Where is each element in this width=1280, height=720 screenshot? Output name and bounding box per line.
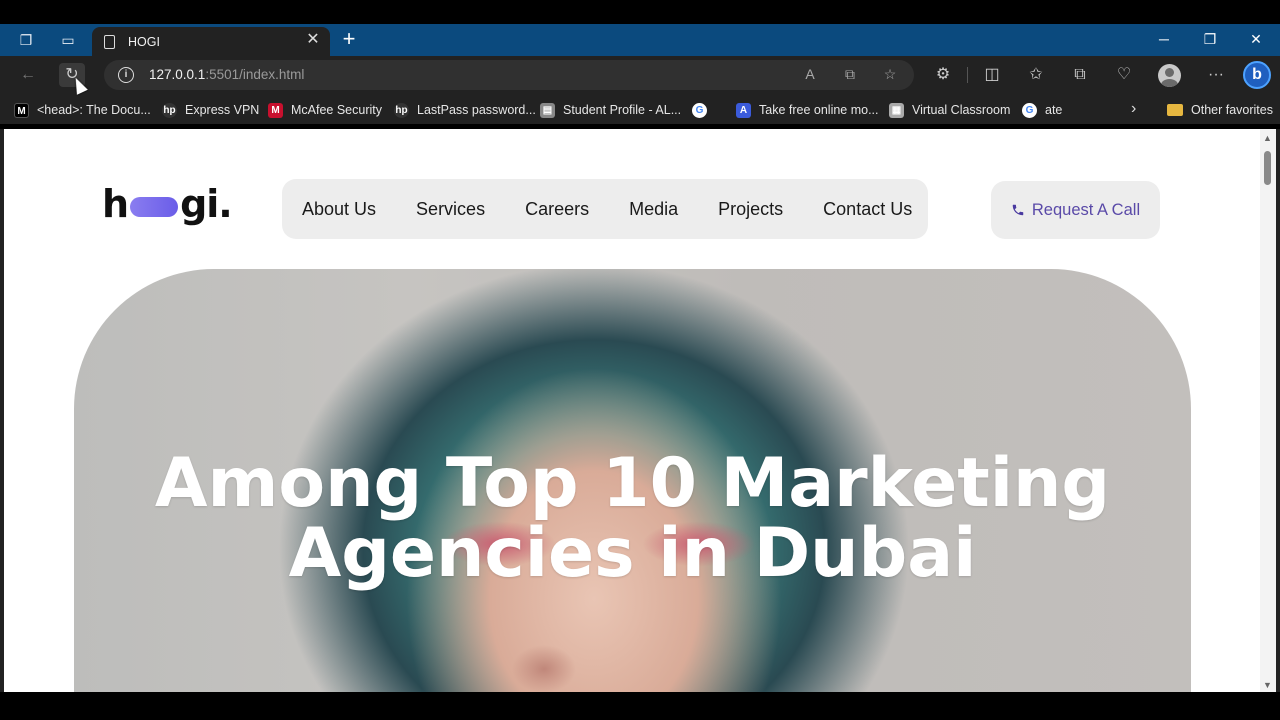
site-info-icon[interactable]: i (118, 67, 134, 83)
nav-media[interactable]: Media (629, 199, 678, 220)
logo-pill-shape (130, 197, 179, 217)
bookmark-label: Take free online mo... (759, 103, 879, 117)
bookmark-item[interactable]: ▤ Student Profile - AL... (540, 101, 681, 119)
minimize-button[interactable]: ─ (1152, 29, 1176, 49)
favorites-icon[interactable]: ✩ (1023, 63, 1049, 87)
browser-essentials-icon[interactable]: ♡ (1111, 63, 1137, 87)
hp-icon: hp (394, 102, 409, 118)
read-aloud-icon[interactable]: A (800, 66, 820, 82)
bookmark-item[interactable]: A Take free online mo... (736, 101, 879, 119)
request-call-button[interactable]: Request A Call (991, 181, 1160, 239)
bookmark-item[interactable]: Gate (1022, 101, 1062, 119)
bing-copilot-icon[interactable]: b (1243, 61, 1271, 89)
other-favorites[interactable]: Other favorites (1167, 101, 1273, 119)
bookmarks-bar: M <head>: The Docu... hp Express VPN M McAf… (0, 94, 1280, 124)
web-page: h gi. About Us Services Careers Media Pr… (4, 129, 1260, 692)
scrollbar-thumb[interactable] (1264, 151, 1271, 185)
bookmark-label: Student Profile - AL... (563, 103, 682, 117)
url-text: 127.0.0.1:5501/index.html (149, 67, 305, 82)
request-call-label: Request A Call (1031, 200, 1141, 219)
hero-heading: Among Top 10 Marketing Agencies in Dubai (74, 449, 1191, 589)
bookmark-item[interactable]: M McAfee Security (268, 101, 382, 119)
google-icon: G (1022, 102, 1037, 118)
tab-actions-icon[interactable]: ▭ (58, 30, 78, 50)
profile-avatar[interactable] (1158, 64, 1181, 87)
logo-text-right: gi. (180, 182, 233, 226)
browser-title-bar: ❐ ▭ HOGI ✕ + ─ ❐ ✕ (0, 24, 1280, 56)
hero-heading-line1: Among Top 10 Marketing (154, 444, 1111, 523)
nav-about-us[interactable]: About Us (302, 199, 376, 220)
page-icon (104, 35, 115, 49)
classroom-icon: ▦ (889, 102, 904, 118)
hero-heading-line2: Agencies in Dubai (288, 514, 977, 593)
favorite-star-icon[interactable]: ☆ (880, 66, 900, 83)
window-right-edge (1276, 129, 1280, 692)
restore-button[interactable]: ❐ (1198, 29, 1222, 49)
hero-banner: Among Top 10 Marketing Agencies in Dubai (74, 269, 1191, 692)
address-bar[interactable]: i 127.0.0.1:5501/index.html A ⧉ ☆ (104, 60, 914, 90)
workspaces-icon[interactable]: ❐ (16, 30, 36, 50)
nav-contact-us[interactable]: Contact Us (823, 199, 912, 220)
more-menu-icon[interactable]: ··· (1203, 63, 1229, 87)
hero-image-nose (494, 629, 594, 692)
scroll-down-icon[interactable]: ▼ (1263, 680, 1272, 690)
bookmark-item[interactable]: M <head>: The Docu... (14, 101, 151, 119)
mdn-icon: M (14, 102, 29, 118)
phone-icon (1012, 204, 1024, 216)
other-favorites-label: Other favorites (1191, 103, 1273, 117)
folder-icon (1167, 104, 1183, 116)
app-available-icon[interactable]: ⧉ (840, 66, 860, 83)
new-tab-button[interactable]: + (338, 28, 360, 50)
split-screen-icon[interactable]: ◫ (979, 63, 1005, 87)
close-tab-icon[interactable]: ✕ (304, 31, 322, 49)
chevron-right-icon[interactable]: › (1131, 100, 1147, 118)
bookmark-label: Express VPN (185, 103, 260, 117)
scroll-up-icon[interactable]: ▲ (1263, 133, 1272, 143)
nav-services[interactable]: Services (416, 199, 485, 220)
close-window-button[interactable]: ✕ (1244, 29, 1268, 49)
collections-icon[interactable]: ⧉ (1067, 63, 1093, 87)
back-button[interactable]: ← (15, 63, 41, 87)
bookmark-item[interactable]: G (692, 101, 715, 119)
browser-toolbar: ← ↻ i 127.0.0.1:5501/index.html A ⧉ ☆ ⚙ … (0, 56, 1280, 94)
site-logo[interactable]: h gi. (102, 181, 233, 227)
nav-projects[interactable]: Projects (718, 199, 783, 220)
mcafee-icon: M (268, 102, 283, 118)
google-icon: G (692, 102, 707, 118)
profile-icon: ▤ (540, 102, 555, 118)
tab-title: HOGI (128, 35, 160, 49)
course-icon: A (736, 102, 751, 118)
screen-top-bar (0, 0, 1280, 24)
bookmark-item[interactable]: hp Express VPN (162, 101, 259, 119)
bookmark-label: <head>: The Docu... (37, 103, 151, 117)
logo-text-left: h (102, 182, 129, 226)
bookmark-label: ate (1045, 103, 1063, 117)
extensions-icon[interactable]: ⚙ (930, 63, 956, 87)
bookmark-item[interactable]: ▦ Virtual Classroom (889, 101, 1010, 119)
bookmark-label: Virtual Classroom (912, 103, 1011, 117)
bookmark-label: LastPass password... (417, 103, 536, 117)
bookmark-item[interactable]: hp LastPass password... (394, 101, 536, 119)
nav-careers[interactable]: Careers (525, 199, 589, 220)
main-navigation: About Us Services Careers Media Projects… (282, 179, 928, 239)
page-scrollbar[interactable]: ▲ ▼ (1260, 129, 1276, 692)
screen-bottom-bar (0, 692, 1280, 720)
hp-icon: hp (162, 102, 177, 118)
browser-tab[interactable]: HOGI ✕ (92, 27, 330, 56)
toolbar-separator (967, 67, 968, 83)
bookmark-label: McAfee Security (291, 103, 383, 117)
